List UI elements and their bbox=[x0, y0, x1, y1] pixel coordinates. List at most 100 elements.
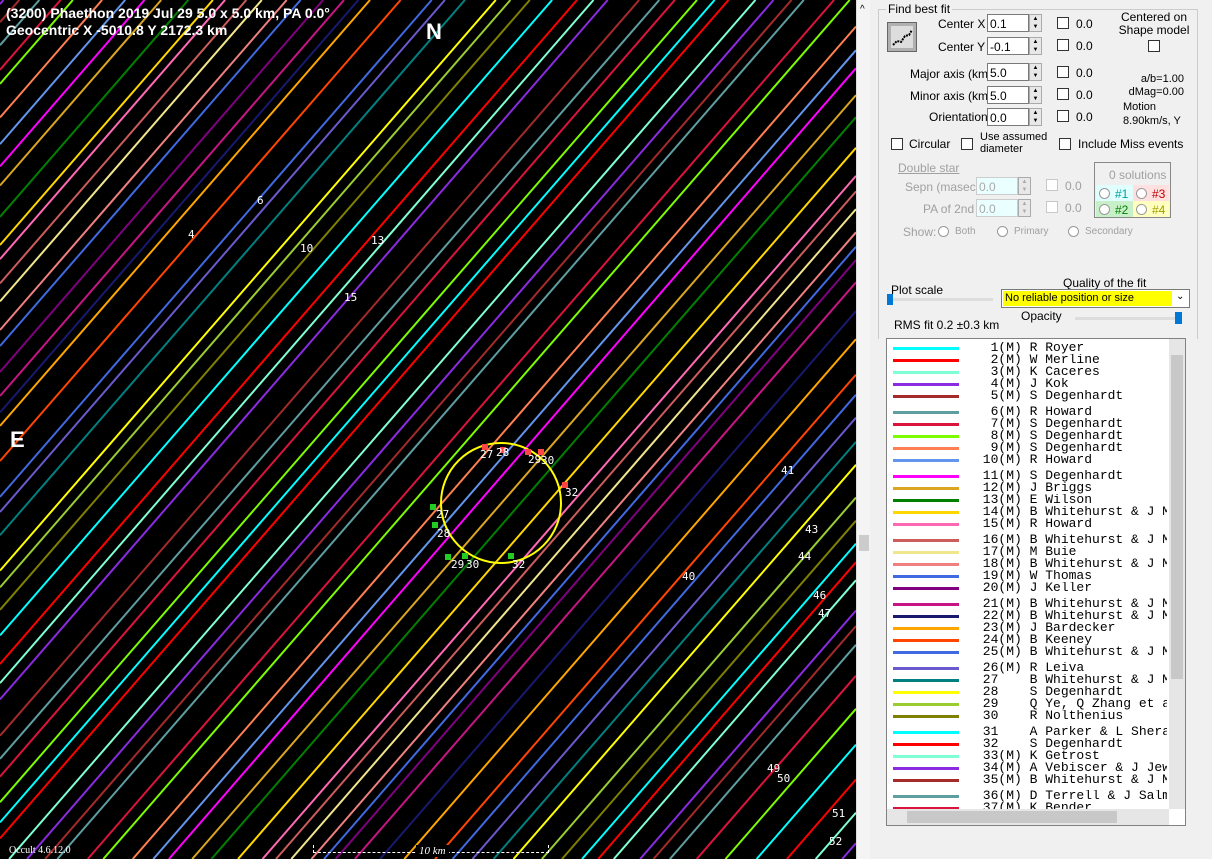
observer-row[interactable]: 5(M) S Degenhardt bbox=[887, 390, 1167, 402]
list-hscroll-thumb[interactable] bbox=[907, 811, 1117, 823]
observer-row[interactable]: 20(M) J Keller bbox=[887, 582, 1167, 594]
observer-row[interactable]: 30 R Nolthenius bbox=[887, 710, 1167, 722]
center-y-spinner[interactable]: ▲ ▼ bbox=[1029, 37, 1042, 55]
observer-row[interactable]: 1(M) R Royer bbox=[887, 342, 1167, 354]
show-secondary-radio[interactable] bbox=[1068, 226, 1079, 237]
pa-2nd-fix-checkbox[interactable] bbox=[1046, 201, 1058, 213]
pa-2nd-spinner[interactable]: ▲ ▼ bbox=[1018, 199, 1031, 217]
plot-title: (3200) Phaethon 2019 Jul 29 5.0 x 5.0 km… bbox=[6, 5, 330, 21]
observer-row[interactable]: 33(M) K Getrost bbox=[887, 750, 1167, 762]
observer-row[interactable]: 16(M) B Whitehurst & J M bbox=[887, 534, 1167, 546]
occultation-plot[interactable]: (3200) Phaethon 2019 Jul 29 5.0 x 5.0 km… bbox=[0, 0, 856, 859]
solution-4-radio[interactable] bbox=[1136, 204, 1147, 215]
center-y-fix-checkbox[interactable] bbox=[1057, 39, 1069, 51]
observer-list[interactable]: 1(M) R Royer 2(M) W Merline 3(M) K Cacer… bbox=[886, 338, 1186, 826]
center-x-label: Center X bbox=[938, 17, 986, 31]
observer-row[interactable]: 18(M) B Whitehurst & J M bbox=[887, 558, 1167, 570]
observer-row[interactable]: 3(M) K Caceres bbox=[887, 366, 1167, 378]
major-axis-input[interactable]: 5.0 bbox=[987, 63, 1029, 81]
list-vscrollbar[interactable] bbox=[1169, 339, 1185, 809]
observer-text: 28 S Degenhardt bbox=[975, 686, 1124, 698]
line-color-swatch bbox=[893, 347, 959, 350]
observer-row[interactable]: 19(M) W Thomas bbox=[887, 570, 1167, 582]
line-color-swatch bbox=[893, 359, 959, 362]
include-miss-checkbox[interactable] bbox=[1059, 138, 1071, 150]
observer-row[interactable]: 23(M) J Bardecker bbox=[887, 622, 1167, 634]
solution-2-radio[interactable] bbox=[1099, 204, 1110, 215]
chord-line bbox=[0, 0, 640, 737]
observer-row[interactable]: 15(M) R Howard bbox=[887, 518, 1167, 530]
use-assumed-diameter-checkbox[interactable] bbox=[961, 138, 973, 150]
centered-shape-checkbox[interactable] bbox=[1148, 40, 1160, 52]
plot-scale-slider[interactable] bbox=[887, 294, 993, 305]
opacity-slider[interactable] bbox=[1075, 312, 1182, 324]
minor-axis-spinner[interactable]: ▲ ▼ bbox=[1029, 86, 1042, 104]
observer-row[interactable]: 27 B Whitehurst & J M bbox=[887, 674, 1167, 686]
minor-axis-fix-checkbox[interactable] bbox=[1057, 88, 1069, 100]
quality-dropdown[interactable]: No reliable position or size ⌄ bbox=[1001, 289, 1190, 308]
observer-row[interactable]: 24(M) B Keeney bbox=[887, 634, 1167, 646]
major-axis-fix-checkbox[interactable] bbox=[1057, 66, 1069, 78]
orientation-spinner[interactable]: ▲ ▼ bbox=[1029, 108, 1042, 126]
observer-row[interactable]: 13(M) E Wilson bbox=[887, 494, 1167, 506]
solutions-count: 0 solutions bbox=[1109, 168, 1167, 182]
observer-row[interactable]: 7(M) S Degenhardt bbox=[887, 418, 1167, 430]
observer-row[interactable]: 2(M) W Merline bbox=[887, 354, 1167, 366]
center-x-input[interactable]: 0.1 bbox=[987, 14, 1029, 32]
observer-row[interactable]: 6(M) R Howard bbox=[887, 406, 1167, 418]
plot-scrollbar[interactable]: ^ bbox=[856, 0, 870, 859]
observer-row[interactable]: 29 Q Ye, Q Zhang et a bbox=[887, 698, 1167, 710]
observer-row[interactable]: 21(M) B Whitehurst & J M bbox=[887, 598, 1167, 610]
minor-axis-input[interactable]: 5.0 bbox=[987, 86, 1029, 104]
observer-row[interactable]: 28 S Degenhardt bbox=[887, 686, 1167, 698]
observer-row[interactable]: 10(M) R Howard bbox=[887, 454, 1167, 466]
show-both-radio[interactable] bbox=[938, 226, 949, 237]
observer-row[interactable]: 31 A Parker & L Shera bbox=[887, 726, 1167, 738]
solution-1-radio[interactable] bbox=[1099, 188, 1110, 199]
chord-label: 10 bbox=[300, 242, 314, 255]
sepn-fix-checkbox[interactable] bbox=[1046, 179, 1058, 191]
chord-line bbox=[0, 0, 661, 760]
observer-row[interactable]: 11(M) S Degenhardt bbox=[887, 470, 1167, 482]
observer-text: 27 B Whitehurst & J M bbox=[975, 674, 1167, 686]
observer-row[interactable]: 26(M) R Leiva bbox=[887, 662, 1167, 674]
line-color-swatch bbox=[893, 703, 959, 706]
observer-row[interactable]: 32 S Degenhardt bbox=[887, 738, 1167, 750]
list-vscroll-thumb[interactable] bbox=[1171, 355, 1183, 679]
observer-row[interactable]: 34(M) A Vebiscer & J Jew bbox=[887, 762, 1167, 774]
major-axis-spinner[interactable]: ▲ ▼ bbox=[1029, 63, 1042, 81]
observer-text: 3(M) K Caceres bbox=[975, 366, 1100, 378]
observer-row[interactable]: 14(M) B Whitehurst & J M bbox=[887, 506, 1167, 518]
observer-row[interactable]: 12(M) J Briggs bbox=[887, 482, 1167, 494]
scroll-up-icon[interactable]: ^ bbox=[860, 4, 865, 15]
pa-2nd-input[interactable]: 0.0 bbox=[976, 199, 1018, 217]
center-x-fix-checkbox[interactable] bbox=[1057, 17, 1069, 29]
show-primary-label: Primary bbox=[1014, 226, 1049, 237]
solution-2-label: #2 bbox=[1115, 203, 1129, 217]
observer-row[interactable]: 8(M) S Degenhardt bbox=[887, 430, 1167, 442]
major-axis-label: Major axis (km) bbox=[910, 67, 993, 81]
observer-row[interactable]: 17(M) M Buie bbox=[887, 546, 1167, 558]
solution-3-radio[interactable] bbox=[1136, 188, 1147, 199]
show-primary-radio[interactable] bbox=[997, 226, 1008, 237]
center-x-spinner[interactable]: ▲ ▼ bbox=[1029, 14, 1042, 32]
observer-row[interactable]: 9(M) S Degenhardt bbox=[887, 442, 1167, 454]
scroll-thumb[interactable] bbox=[859, 535, 869, 551]
circular-checkbox[interactable] bbox=[891, 138, 903, 150]
chord-line bbox=[0, 0, 676, 778]
observer-row[interactable]: 4(M) J Kok bbox=[887, 378, 1167, 390]
line-color-swatch bbox=[893, 779, 959, 782]
orientation-input[interactable]: 0.0 bbox=[987, 108, 1029, 126]
center-y-input[interactable]: -0.1 bbox=[987, 37, 1029, 55]
chord-label: 29 bbox=[451, 558, 465, 571]
find-best-fit-button[interactable] bbox=[887, 22, 917, 52]
sepn-input[interactable]: 0.0 bbox=[976, 177, 1018, 195]
observer-row[interactable]: 25(M) B Whitehurst & J M bbox=[887, 646, 1167, 658]
sepn-spinner[interactable]: ▲ ▼ bbox=[1018, 177, 1031, 195]
observer-row[interactable]: 22(M) B Whitehurst & J M bbox=[887, 610, 1167, 622]
observer-row[interactable]: 35(M) B Whitehurst & J M bbox=[887, 774, 1167, 786]
observer-row[interactable]: 36(M) D Terrell & J Salm bbox=[887, 790, 1167, 802]
orientation-fix-checkbox[interactable] bbox=[1057, 110, 1069, 122]
list-hscrollbar[interactable] bbox=[887, 809, 1169, 825]
chord-line bbox=[0, 0, 578, 665]
